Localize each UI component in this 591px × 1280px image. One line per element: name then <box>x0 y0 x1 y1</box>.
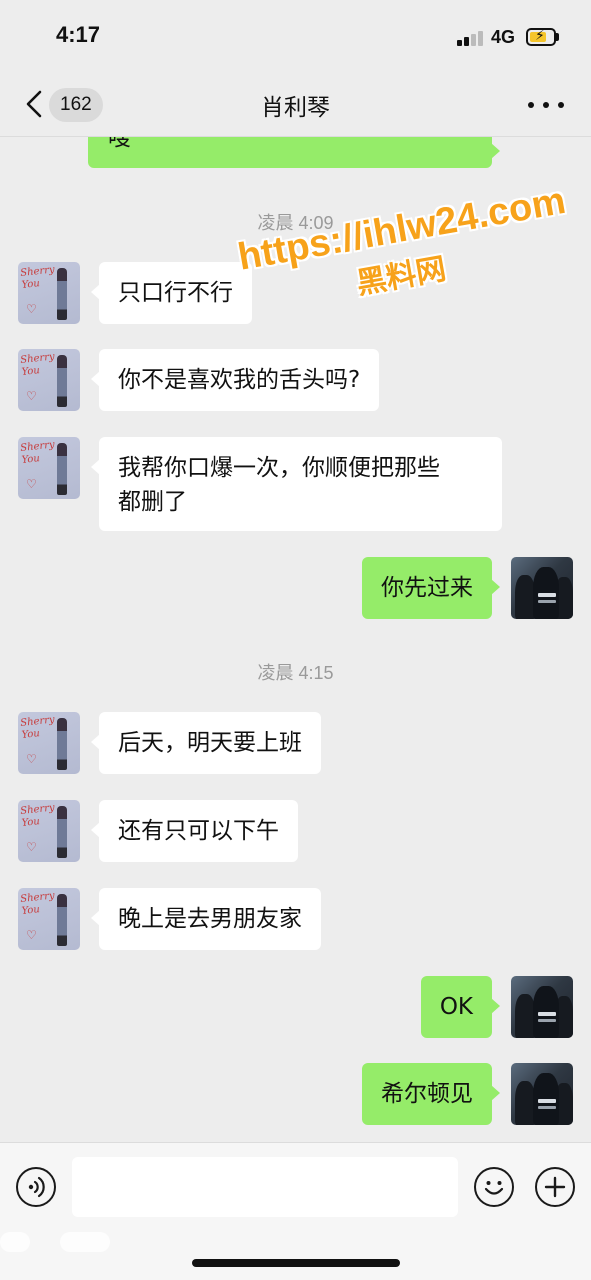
emoji-button[interactable] <box>474 1167 514 1207</box>
message-bubble-incoming[interactable]: 晚上是去男朋友家 <box>91 888 321 950</box>
contact-avatar[interactable]: Sherry You ♡ <box>18 800 80 862</box>
emoji-icon <box>484 1181 504 1195</box>
blur-smudge <box>60 1232 110 1252</box>
message-bubble-outgoing[interactable]: 希尔顿见 <box>362 1063 500 1125</box>
message-text: 后天，明天要上班 <box>118 730 302 756</box>
message-text: 你不是喜欢我的舌头吗? <box>118 367 361 393</box>
message-text: 你先过来 <box>381 575 473 601</box>
battery-icon: ⚡ <box>526 28 556 46</box>
message-timestamp: 凌晨 4:09 <box>257 213 334 233</box>
contact-avatar[interactable]: Sherry You ♡ <box>18 262 80 324</box>
message-input[interactable] <box>72 1157 458 1217</box>
battery-tip <box>556 33 559 41</box>
my-avatar[interactable] <box>511 976 573 1038</box>
nav-bar: 162 肖利琴 <box>0 72 591 137</box>
more-functions-button[interactable] <box>535 1167 575 1207</box>
voice-input-button[interactable] <box>16 1167 56 1207</box>
message-text: 晚上是去男朋友家 <box>118 906 302 932</box>
message-text-line: 我帮你口爆一次，你顺便把那些 <box>118 455 440 481</box>
my-avatar[interactable] <box>511 1063 573 1125</box>
message-text-line: 都删了 <box>118 489 187 515</box>
contact-avatar[interactable]: Sherry You ♡ <box>18 349 80 411</box>
contact-avatar[interactable]: Sherry You ♡ <box>18 888 80 950</box>
status-time: 4:17 <box>56 22 101 47</box>
message-bubble-incoming[interactable]: 后天，明天要上班 <box>91 712 321 774</box>
chat-title: 肖利琴 <box>261 95 330 121</box>
message-text: 只口行不行 <box>118 280 233 306</box>
message-bubble-incoming[interactable]: 只口行不行 <box>91 262 252 324</box>
my-avatar[interactable] <box>511 557 573 619</box>
message-list[interactable]: 嗖 凌晨 4:09 Sherry You ♡ 只口行不行 Sherry You ♡ … <box>0 137 591 1142</box>
voice-icon <box>28 1176 45 1198</box>
message-bubble-incoming[interactable]: 还有只可以下午 <box>91 800 298 862</box>
more-dots-icon[interactable] <box>526 94 566 114</box>
status-bar: 4:17 4G ⚡ <box>0 0 591 72</box>
contact-avatar[interactable]: Sherry You ♡ <box>18 437 80 499</box>
message-timestamp: 凌晨 4:15 <box>257 663 334 683</box>
message-text: 希尔顿见 <box>381 1081 473 1107</box>
message-bubble-outgoing[interactable]: 你先过来 <box>362 557 500 619</box>
message-text: 嗖 <box>108 137 131 151</box>
contact-avatar[interactable]: Sherry You ♡ <box>18 712 80 774</box>
plus-icon <box>544 1176 566 1198</box>
home-indicator <box>192 1259 400 1267</box>
message-bubble-outgoing[interactable]: 嗖 <box>88 137 500 168</box>
message-text: OK <box>439 994 473 1020</box>
message-text: 还有只可以下午 <box>118 818 279 844</box>
chat-screen: 4:17 4G ⚡ 162 肖利琴 嗖 凌晨 4:09 Sherry You ♡… <box>0 0 591 1280</box>
signal-icon <box>457 30 485 46</box>
message-bubble-outgoing[interactable]: OK <box>420 976 501 1038</box>
message-bubble-incoming[interactable]: 你不是喜欢我的舌头吗? <box>90 349 380 411</box>
network-type: 4G <box>491 27 516 47</box>
message-bubble-incoming[interactable]: 我帮你口爆一次，你顺便把那些 都删了 <box>91 437 502 531</box>
blur-smudge <box>0 1232 30 1252</box>
